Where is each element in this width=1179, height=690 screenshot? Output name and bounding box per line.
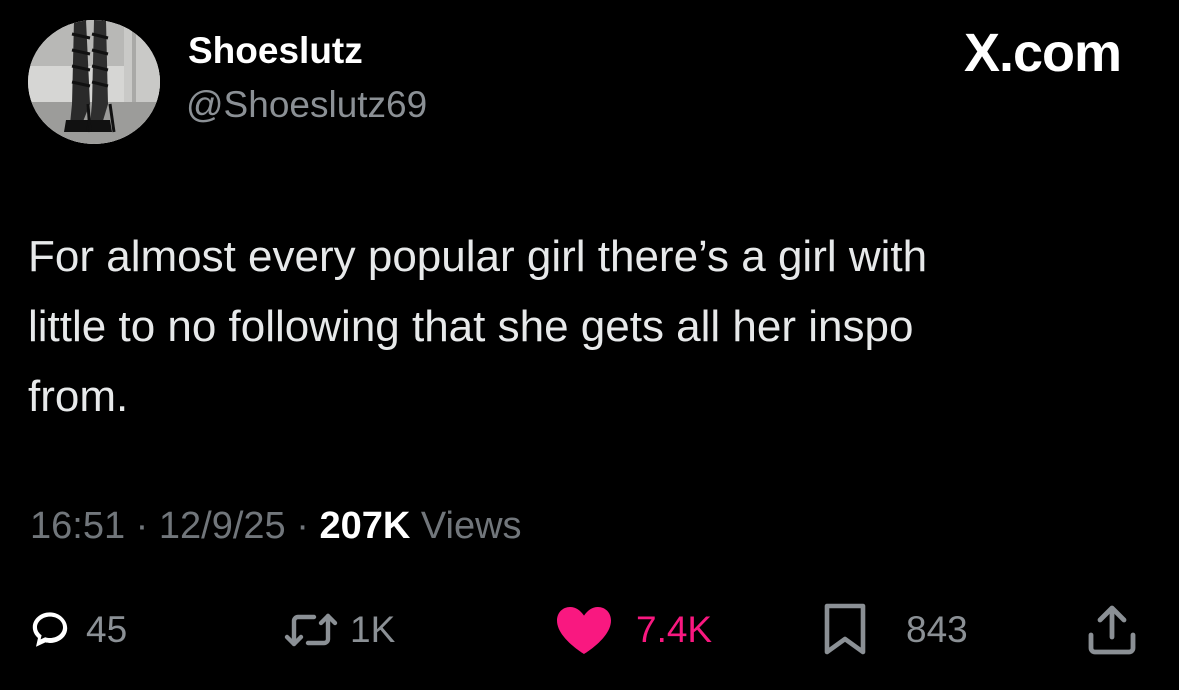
tweet-meta: 16:51 · 12/9/25 · 207K Views xyxy=(30,505,522,548)
share-icon xyxy=(1088,605,1136,655)
tweet-text-line: little to no following that she gets all… xyxy=(28,302,914,351)
tweet-text: For almost every popular girl there’s a … xyxy=(28,222,1118,432)
avatar[interactable] xyxy=(28,20,160,144)
share-button[interactable] xyxy=(1084,598,1140,662)
action-bar: 45 1K 7.4K 843 xyxy=(0,598,1179,662)
meta-separator: · xyxy=(125,505,159,547)
heart-icon xyxy=(557,607,611,654)
avatar-photo-icon xyxy=(28,20,160,144)
views-label: Views xyxy=(410,505,522,547)
brand-logo: X.com xyxy=(963,23,1122,83)
tweet-text-line: from. xyxy=(28,372,129,421)
reply-icon xyxy=(32,612,68,647)
like-button[interactable]: 7.4K xyxy=(554,598,712,662)
user-handle[interactable]: @Shoeslutz69 xyxy=(186,84,427,126)
tweet-date[interactable]: 12/9/25 xyxy=(159,505,286,547)
retweet-icon xyxy=(284,613,338,647)
retweet-count: 1K xyxy=(350,609,396,650)
bookmark-button[interactable]: 843 xyxy=(820,598,968,662)
retweet-button[interactable]: 1K xyxy=(284,598,395,662)
meta-separator: · xyxy=(285,505,320,547)
tweet-text-line: For almost every popular girl there’s a … xyxy=(28,232,928,281)
tweet-time[interactable]: 16:51 xyxy=(30,505,125,547)
bookmark-icon xyxy=(824,603,866,655)
display-name[interactable]: Shoeslutz xyxy=(188,30,363,72)
like-count: 7.4K xyxy=(636,609,713,650)
views-count[interactable]: 207K xyxy=(319,505,410,547)
reply-button[interactable]: 45 xyxy=(26,598,127,662)
reply-count: 45 xyxy=(86,609,128,650)
bookmark-count: 843 xyxy=(906,609,968,650)
